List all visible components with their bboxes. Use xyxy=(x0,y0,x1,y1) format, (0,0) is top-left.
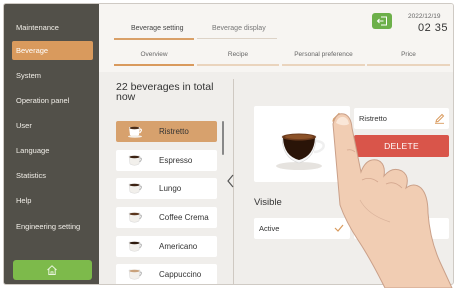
pointing-hand-image xyxy=(332,113,453,288)
